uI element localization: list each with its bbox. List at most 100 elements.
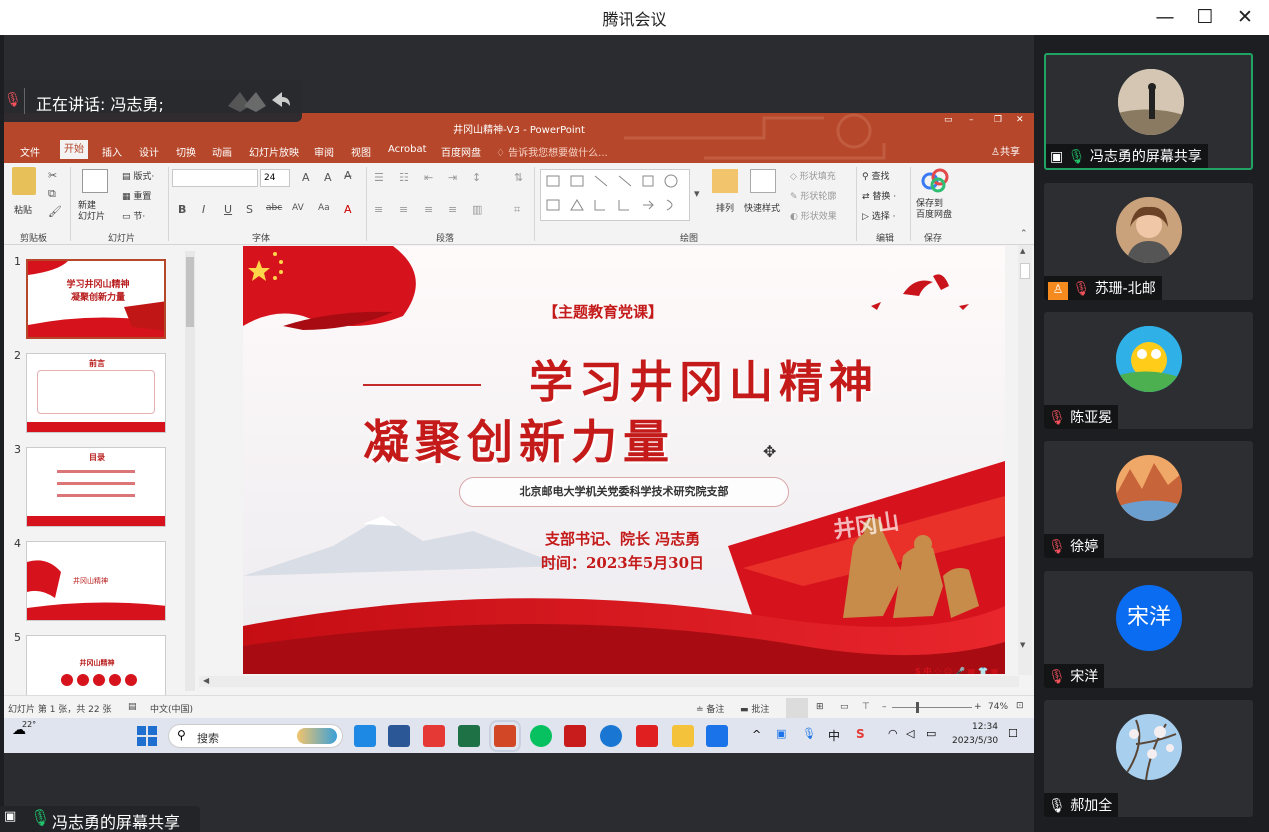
tab-baidu[interactable]: 百度网盘 (441, 144, 481, 159)
tab-home[interactable]: 开始 (60, 140, 88, 159)
quick-styles-icon[interactable] (750, 169, 776, 193)
file-explorer-icon[interactable] (672, 725, 694, 747)
tab-transitions[interactable]: 切换 (176, 144, 196, 159)
shapes-gallery[interactable] (540, 169, 690, 221)
select-button[interactable]: ▷ 选择 · (862, 209, 896, 222)
replace-button[interactable]: ⇄ 替换 · (862, 189, 896, 202)
quick-styles-label[interactable]: 快速样式 (744, 201, 780, 214)
spellcheck-icon[interactable]: ▤ (128, 702, 137, 712)
share-button[interactable]: ♙共享 (991, 143, 1020, 158)
ribbon-display-icon[interactable]: ▭ (944, 115, 953, 125)
powerpoint-icon[interactable] (489, 720, 521, 752)
shadow-icon[interactable]: S (246, 203, 253, 216)
scroll-up-icon[interactable]: ▲ (1020, 247, 1025, 255)
thumbnail-slide-2[interactable]: 前言 (26, 353, 166, 433)
ppt-minimize-icon[interactable]: – (969, 115, 974, 125)
sorter-view-icon[interactable]: ⊞ (816, 702, 824, 712)
taskbar-search[interactable]: ⚲ 搜索 (168, 724, 343, 748)
wechat-icon[interactable] (530, 725, 552, 747)
tencent-meeting-icon[interactable] (706, 725, 728, 747)
paste-icon[interactable] (12, 167, 36, 195)
ime-toolbar[interactable]: S 中 ⁘ ☺ 🎤 ▦ 👕 ▦ (915, 666, 998, 674)
slideshow-view-icon[interactable]: ⊤ (862, 702, 870, 712)
acrobat-icon[interactable] (564, 725, 586, 747)
strikethrough-icon[interactable]: abc (266, 203, 282, 213)
reading-view-icon[interactable]: ▭ (840, 702, 849, 712)
format-painter-icon[interactable]: 🖌 (48, 205, 62, 218)
zoom-in-icon[interactable]: + (974, 702, 982, 712)
shape-effects-button[interactable]: ◐ 形状效果 (790, 209, 837, 222)
scroll-left-icon[interactable]: ◀ (203, 676, 209, 685)
arrange-icon[interactable] (712, 169, 738, 193)
wifi-icon[interactable]: ◠ (888, 727, 898, 740)
text-direction-icon[interactable]: ⇅ (514, 171, 523, 184)
font-name-input[interactable] (172, 169, 258, 187)
ppt-restore-icon[interactable]: ❐ (994, 115, 1002, 125)
excel-icon[interactable] (458, 725, 480, 747)
word-icon[interactable] (388, 725, 410, 747)
bullets-icon[interactable]: ☰ (374, 171, 384, 184)
baidu-cloud-icon[interactable] (920, 167, 950, 193)
notes-button[interactable]: ≐ 备注 (696, 702, 724, 715)
italic-icon[interactable]: I (202, 203, 205, 216)
grow-font-icon[interactable]: A (302, 171, 310, 184)
edge-icon[interactable] (600, 725, 622, 747)
participant-tile[interactable]: 🎙 郝加全 (1044, 700, 1253, 817)
scroll-down-icon[interactable]: ▼ (1020, 641, 1025, 649)
participant-tile[interactable]: ▣ 🎙 冯志勇的屏幕共享 (1044, 53, 1253, 170)
clock-time[interactable]: 12:34 (972, 722, 998, 732)
tell-me-search[interactable]: ♢ 告诉我您想要做什么... (496, 144, 608, 159)
normal-view-icon[interactable] (786, 698, 808, 718)
tray-expand-icon[interactable]: ^ (752, 728, 761, 741)
clock-date[interactable]: 2023/5/30 (952, 736, 998, 746)
zoom-thumb[interactable] (916, 702, 919, 713)
justify-icon[interactable]: ≡ (448, 203, 457, 216)
comments-button[interactable]: ▬ 批注 (740, 702, 769, 715)
increase-indent-icon[interactable]: ⇥ (448, 171, 457, 184)
shape-fill-button[interactable]: ◇ 形状填充 (790, 169, 836, 182)
arrange-label[interactable]: 排列 (716, 201, 734, 214)
char-spacing-icon[interactable]: AV (292, 203, 304, 213)
thumbnail-slide-4[interactable]: 井冈山精神 (26, 541, 166, 621)
participant-tile[interactable]: ♙ 🎙 苏珊-北邮 (1044, 183, 1253, 300)
tab-insert[interactable]: 插入 (102, 144, 122, 159)
decrease-indent-icon[interactable]: ⇤ (424, 171, 433, 184)
zoom-out-icon[interactable]: – (882, 702, 887, 712)
columns-icon[interactable]: ▥ (472, 203, 482, 216)
shrink-font-icon[interactable]: A (324, 171, 332, 184)
reset-button[interactable]: ▦ 重置 (122, 189, 151, 202)
tab-animations[interactable]: 动画 (212, 144, 232, 159)
gallery-more-icon[interactable]: ▾ (694, 187, 700, 200)
line-spacing-icon[interactable]: ↕ (472, 171, 481, 184)
tab-file[interactable]: 文件 (20, 144, 40, 159)
new-slide-icon[interactable] (82, 169, 108, 193)
numbering-icon[interactable]: ☷ (399, 171, 409, 184)
align-right-icon[interactable]: ≡ (424, 203, 433, 216)
sogou-icon[interactable]: S (856, 727, 865, 741)
tab-design[interactable]: 设计 (139, 144, 159, 159)
copy-icon[interactable]: ⧉ (48, 187, 56, 201)
align-center-icon[interactable]: ≡ (399, 203, 408, 216)
paste-label[interactable]: 粘贴 (14, 203, 32, 216)
ppt-close-icon[interactable]: ✕ (1016, 115, 1024, 125)
find-button[interactable]: ⚲ 查找 (862, 169, 889, 182)
participant-tile[interactable]: 🎙 陈亚冕 (1044, 312, 1253, 429)
windows-start-icon[interactable] (137, 726, 157, 746)
participant-tile[interactable]: 宋洋 🎙 宋洋 (1044, 571, 1253, 688)
underline-icon[interactable]: U (224, 203, 232, 216)
zoom-level[interactable]: 74% (988, 702, 1008, 712)
font-size-input[interactable]: 24 (260, 169, 290, 187)
cut-icon[interactable]: ✂ (48, 169, 57, 182)
tray-mic-icon[interactable]: 🎙 (802, 727, 816, 740)
smartart-icon[interactable]: ⌗ (514, 203, 520, 217)
font-color-icon[interactable]: A (344, 203, 352, 216)
horizontal-scrollbar[interactable]: ◀ (199, 676, 1019, 687)
new-slide-label[interactable]: 新建 幻灯片 (78, 201, 105, 223)
minimize-icon[interactable]: — (1150, 4, 1180, 30)
app-red-icon[interactable] (423, 725, 445, 747)
zoom-slider[interactable] (892, 707, 972, 708)
collapse-ribbon-icon[interactable]: ⌃ (1020, 229, 1028, 239)
section-button[interactable]: ▭ 节· (122, 209, 145, 222)
tab-slideshow[interactable]: 幻灯片放映 (249, 144, 299, 159)
shape-outline-button[interactable]: ✎ 形状轮廓 (790, 189, 836, 202)
